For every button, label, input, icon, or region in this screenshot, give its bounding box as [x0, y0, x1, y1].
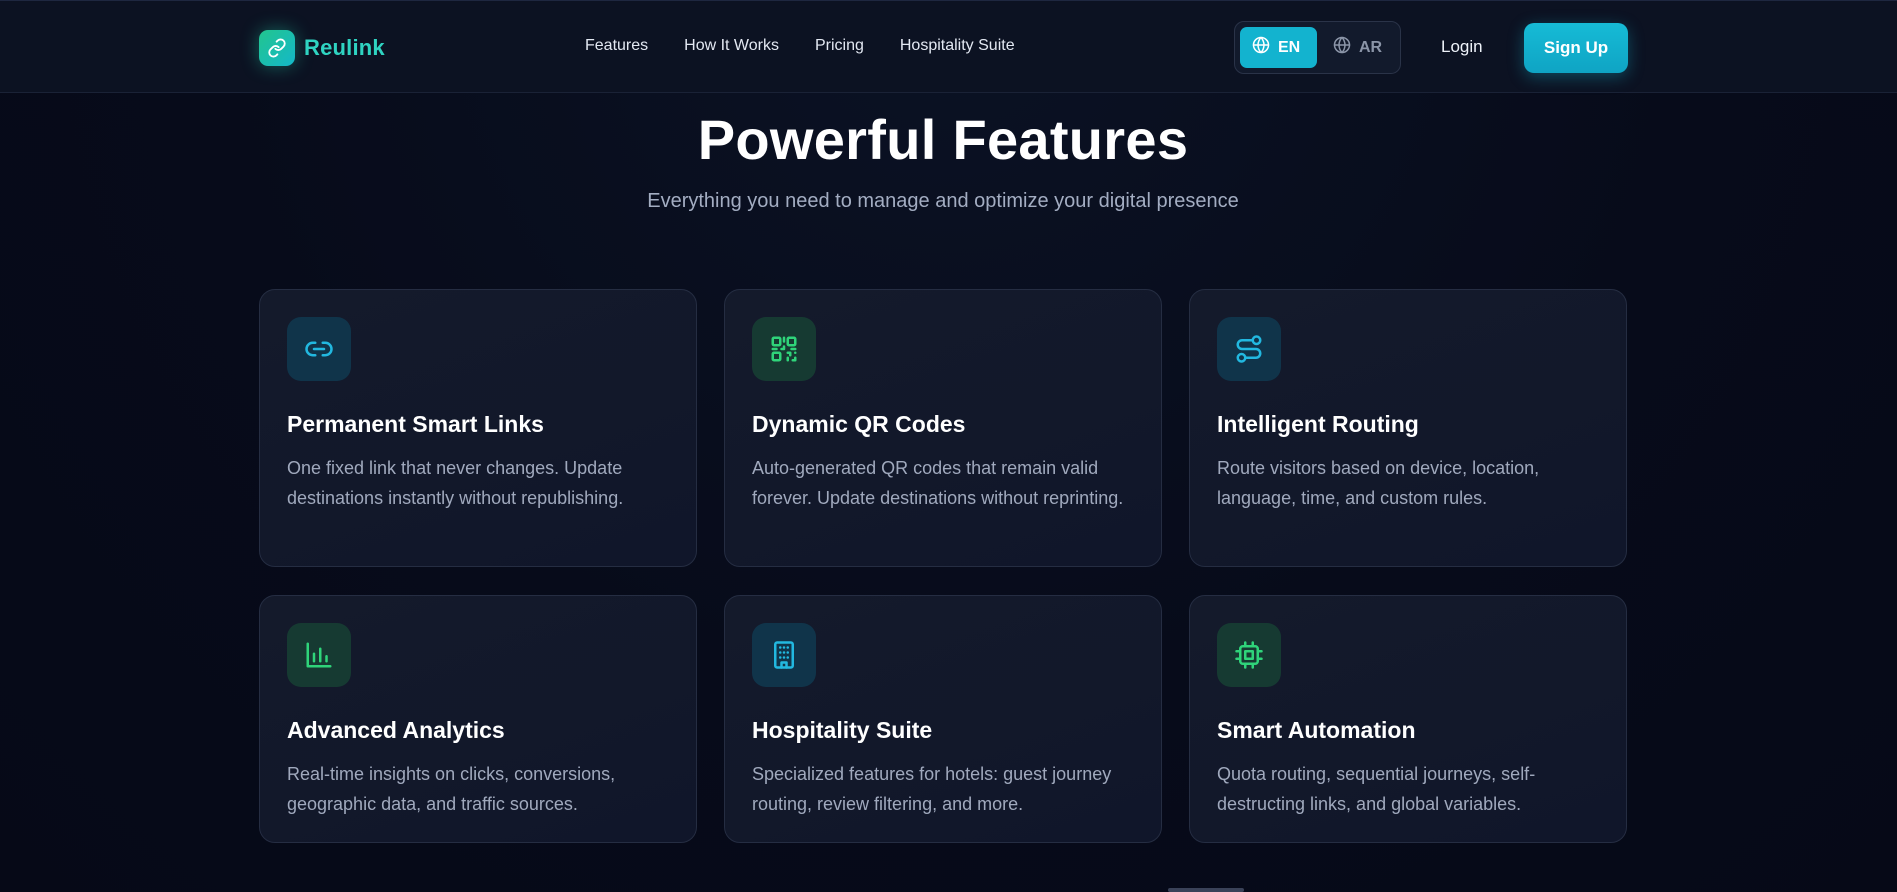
feature-card-hospitality: Hospitality Suite Specialized features f…	[724, 595, 1162, 843]
language-option-ar[interactable]: AR	[1321, 27, 1395, 68]
login-link[interactable]: Login	[1441, 37, 1483, 57]
language-option-label: AR	[1359, 38, 1383, 56]
bar-chart-icon	[287, 623, 351, 687]
feature-card-routing: Intelligent Routing Route visitors based…	[1189, 289, 1627, 567]
feature-description: Quota routing, sequential journeys, self…	[1217, 764, 1536, 814]
feature-card-analytics: Advanced Analytics Real-time insights on…	[259, 595, 697, 843]
feature-description: Auto-generated QR codes that remain vali…	[752, 458, 1124, 508]
scroll-indicator	[1168, 888, 1244, 892]
feature-card-smart-links: Permanent Smart Links One fixed link tha…	[259, 289, 697, 567]
feature-description: Specialized features for hotels: guest j…	[752, 764, 1112, 814]
link-icon	[287, 317, 351, 381]
nav-link-features[interactable]: Features	[585, 37, 648, 55]
signup-button[interactable]: Sign Up	[1524, 23, 1628, 73]
brand-name: Reulink	[304, 35, 385, 60]
feature-description: Route visitors based on device, location…	[1217, 458, 1540, 508]
globe-icon	[1333, 36, 1351, 59]
feature-title: Advanced Analytics	[287, 717, 505, 743]
nav-link-pricing[interactable]: Pricing	[815, 37, 864, 55]
feature-title: Permanent Smart Links	[287, 411, 544, 437]
section-title: Powerful Features	[697, 108, 1189, 171]
nav-link-how-it-works[interactable]: How It Works	[684, 37, 779, 55]
route-icon	[1217, 317, 1281, 381]
language-toggle: EN AR	[1234, 21, 1401, 74]
link-icon	[259, 30, 295, 66]
language-option-label: EN	[1278, 38, 1301, 56]
main-nav: Features How It Works Pricing Hospitalit…	[585, 37, 1015, 55]
feature-title: Intelligent Routing	[1217, 411, 1419, 437]
page: Reulink Features How It Works Pricing Ho…	[0, 0, 1897, 892]
section-subtitle: Everything you need to manage and optimi…	[647, 190, 1239, 212]
feature-description: One fixed link that never changes. Updat…	[287, 458, 624, 508]
nav-link-hospitality-suite[interactable]: Hospitality Suite	[900, 37, 1015, 55]
feature-title: Hospitality Suite	[752, 717, 933, 743]
feature-card-automation: Smart Automation Quota routing, sequenti…	[1189, 595, 1627, 843]
building-icon	[752, 623, 816, 687]
qr-code-icon	[752, 317, 816, 381]
navbar: Reulink Features How It Works Pricing Ho…	[0, 0, 1897, 93]
feature-title: Dynamic QR Codes	[752, 411, 966, 437]
feature-title: Smart Automation	[1217, 717, 1416, 743]
brand-home-link[interactable]: Reulink	[259, 30, 385, 66]
cpu-icon	[1217, 623, 1281, 687]
language-option-en[interactable]: EN	[1240, 27, 1317, 68]
feature-card-qr-codes: Dynamic QR Codes Auto-generated QR codes…	[724, 289, 1162, 567]
globe-icon	[1252, 36, 1270, 59]
feature-description: Real-time insights on clicks, conversion…	[287, 764, 616, 814]
